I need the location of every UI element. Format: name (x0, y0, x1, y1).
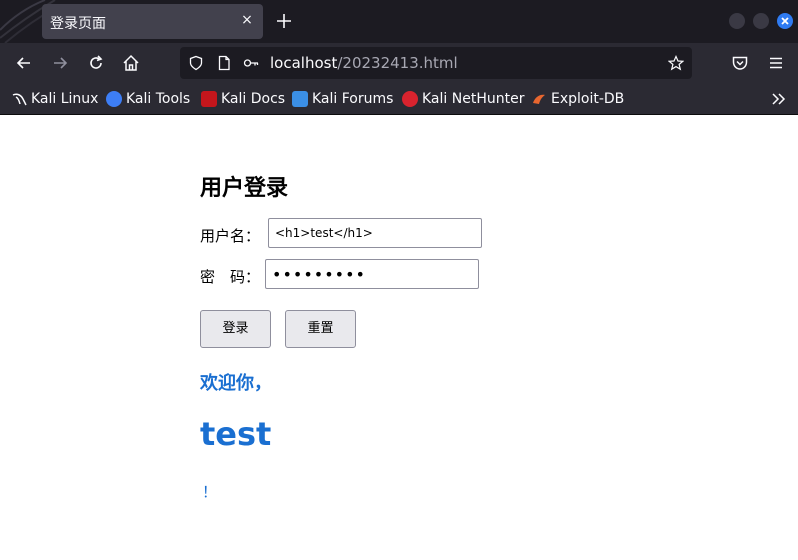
reset-button[interactable]: 重置 (285, 310, 356, 348)
pocket-icon[interactable] (730, 53, 750, 73)
bookmark-kali-docs[interactable]: Kali Docs (201, 90, 285, 108)
page-icon[interactable] (216, 55, 232, 71)
username-display: test (200, 415, 272, 453)
bookmark-label: Exploit-DB (551, 91, 625, 107)
exclamation-text: ！ (202, 483, 218, 501)
password-label: 密 码： (200, 268, 261, 286)
bookmark-label: Kali NetHunter (422, 91, 525, 107)
bookmark-label: Kali Linux (31, 91, 99, 107)
kali-tools-icon (106, 91, 122, 107)
bookmark-exploit-db[interactable]: Exploit-DB (531, 90, 624, 108)
kali-dragon-icon (12, 93, 27, 106)
home-icon[interactable] (121, 53, 141, 73)
chevron-double-right-icon[interactable] (770, 90, 788, 108)
bookmark-label: Kali Forums (312, 91, 394, 107)
kali-nethunter-icon (402, 91, 418, 107)
bookmark-kali-linux[interactable]: Kali Linux (11, 90, 98, 108)
close-window-button[interactable] (777, 13, 793, 29)
new-tab-icon[interactable] (274, 11, 294, 31)
kali-forums-icon (292, 91, 308, 107)
password-input[interactable] (265, 259, 479, 289)
bookmark-kali-tools[interactable]: Kali Tools (106, 90, 190, 108)
bookmarks-toolbar: Kali Linux Kali Tools Kali Docs Kali For… (0, 83, 798, 115)
tab-title: 登录页面 (50, 16, 106, 32)
close-icon (781, 17, 789, 25)
username-label: 用户名： (200, 227, 261, 245)
url-text[interactable]: localhost/20232413.html (270, 54, 458, 72)
browser-tab-bar: 登录页面 × (0, 0, 798, 43)
username-input[interactable] (268, 218, 482, 248)
back-arrow-icon[interactable] (14, 53, 34, 73)
page-content: 用户登录 用户名： 密 码： 登录 重置 欢迎你， test ！ (0, 115, 798, 560)
page-title: 用户登录 (200, 176, 289, 201)
navigation-toolbar: localhost/20232413.html (0, 43, 798, 83)
welcome-text: 欢迎你， (200, 373, 272, 394)
login-button[interactable]: 登录 (200, 310, 271, 348)
active-tab[interactable]: 登录页面 × (42, 4, 263, 39)
bookmark-label: Kali Tools (126, 91, 191, 107)
maximize-window-button[interactable] (753, 13, 769, 29)
url-host: localhost (270, 54, 338, 72)
menu-hamburger-icon[interactable] (766, 53, 786, 73)
bookmark-label: Kali Docs (221, 91, 286, 107)
bookmark-kali-forums[interactable]: Kali Forums (292, 90, 393, 108)
bookmark-star-icon[interactable] (668, 55, 684, 71)
close-tab-icon[interactable]: × (239, 12, 255, 28)
forward-arrow-icon[interactable] (50, 53, 70, 73)
url-path: /20232413.html (337, 54, 458, 72)
bookmark-kali-nethunter[interactable]: Kali NetHunter (402, 90, 524, 108)
reload-icon[interactable] (86, 53, 106, 73)
exploit-db-icon (533, 94, 545, 104)
kali-docs-icon (201, 91, 217, 107)
minimize-window-button[interactable] (729, 13, 745, 29)
shield-icon[interactable] (188, 55, 204, 71)
address-bar[interactable]: localhost/20232413.html (180, 47, 692, 79)
key-icon[interactable] (243, 55, 259, 71)
